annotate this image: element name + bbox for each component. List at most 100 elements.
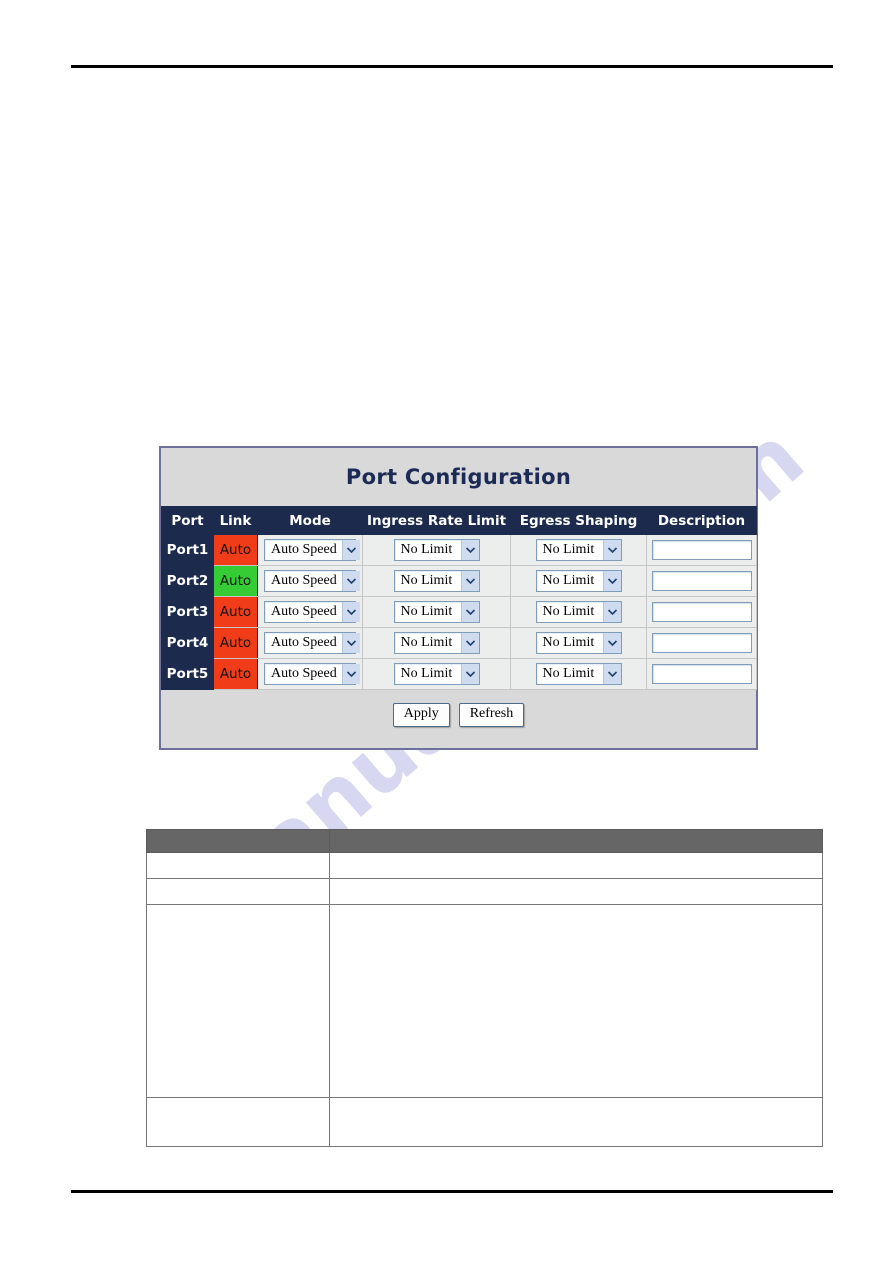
table-row: Port5 Auto Auto Speed No Limit No Limit — [161, 658, 757, 690]
table-row: Port2 Auto Auto Speed No Limit No Limit — [161, 565, 757, 597]
cell-port: Port4 — [161, 627, 214, 659]
panel-title: Port Configuration — [345, 465, 572, 489]
status-badge-link: Auto — [213, 627, 258, 659]
ingress-rate-limit-value: No Limit — [400, 635, 453, 650]
column-header-mode: Mode — [257, 506, 363, 535]
mode-select-value: Auto Speed — [271, 604, 337, 619]
status-badge-link: Auto — [213, 658, 258, 690]
table-row: Port1 Auto Auto Speed No Limit No Limit — [161, 534, 757, 566]
egress-shaping-value: No Limit — [542, 604, 595, 619]
info-header-value — [329, 829, 823, 853]
egress-shaping-select[interactable]: No Limit — [535, 663, 622, 685]
ingress-rate-limit-value: No Limit — [400, 573, 453, 588]
table-row: Port4 Auto Auto Speed No Limit No Limit — [161, 627, 757, 659]
parameter-description-table — [146, 829, 823, 1147]
ingress-rate-limit-select[interactable]: No Limit — [393, 601, 480, 623]
info-table-row — [146, 878, 823, 905]
chevron-down-icon — [602, 602, 621, 622]
ingress-rate-limit-select[interactable]: No Limit — [393, 632, 480, 654]
cell-mode: Auto Speed — [257, 534, 363, 566]
mode-select[interactable]: Auto Speed — [264, 539, 360, 561]
description-input[interactable] — [651, 602, 752, 622]
info-cell-label — [146, 852, 330, 879]
chevron-down-icon — [460, 540, 479, 560]
chevron-down-icon — [460, 664, 479, 684]
egress-shaping-value: No Limit — [542, 542, 595, 557]
mode-select-value: Auto Speed — [271, 635, 337, 650]
cell-description — [646, 596, 757, 628]
egress-shaping-value: No Limit — [542, 635, 595, 650]
egress-shaping-select[interactable]: No Limit — [535, 632, 622, 654]
egress-shaping-select[interactable]: No Limit — [535, 601, 622, 623]
page-footer-rule — [71, 1190, 833, 1193]
status-badge-link: Auto — [213, 596, 258, 628]
info-table-header-row — [146, 829, 823, 853]
chevron-down-icon — [341, 664, 360, 684]
mode-select[interactable]: Auto Speed — [264, 632, 360, 654]
cell-description — [646, 565, 757, 597]
cell-ingress: No Limit — [362, 534, 511, 566]
chevron-down-icon — [460, 602, 479, 622]
cell-egress: No Limit — [510, 658, 647, 690]
chevron-down-icon — [341, 540, 360, 560]
mode-select-value: Auto Speed — [271, 542, 337, 557]
port-configuration-table: Port Link Mode Ingress Rate Limit Egress… — [161, 506, 757, 690]
mode-select[interactable]: Auto Speed — [264, 601, 360, 623]
table-row: Port3 Auto Auto Speed No Limit No Limit — [161, 596, 757, 628]
info-table-row — [146, 1097, 823, 1147]
ingress-rate-limit-value: No Limit — [400, 542, 453, 557]
egress-shaping-value: No Limit — [542, 666, 595, 681]
ingress-rate-limit-value: No Limit — [400, 666, 453, 681]
description-input[interactable] — [651, 633, 752, 653]
mode-select[interactable]: Auto Speed — [264, 663, 360, 685]
chevron-down-icon — [602, 664, 621, 684]
info-header-label — [146, 829, 330, 853]
egress-shaping-select[interactable]: No Limit — [535, 539, 622, 561]
cell-port: Port2 — [161, 565, 214, 597]
ingress-rate-limit-value: No Limit — [400, 604, 453, 619]
cell-egress: No Limit — [510, 534, 647, 566]
info-cell-value — [329, 852, 823, 879]
mode-select[interactable]: Auto Speed — [264, 570, 360, 592]
cell-ingress: No Limit — [362, 627, 511, 659]
cell-description — [646, 627, 757, 659]
panel-action-bar: Apply Refresh — [161, 690, 756, 740]
cell-mode: Auto Speed — [257, 565, 363, 597]
cell-port: Port3 — [161, 596, 214, 628]
cell-mode: Auto Speed — [257, 658, 363, 690]
apply-button[interactable]: Apply — [392, 703, 450, 727]
ingress-rate-limit-select[interactable]: No Limit — [393, 539, 480, 561]
cell-port: Port5 — [161, 658, 214, 690]
egress-shaping-select[interactable]: No Limit — [535, 570, 622, 592]
column-header-link: Link — [213, 506, 258, 535]
ingress-rate-limit-select[interactable]: No Limit — [393, 663, 480, 685]
column-header-egress: Egress Shaping — [510, 506, 647, 535]
port-configuration-panel: Port Configuration Port Link Mode Ingres… — [159, 446, 758, 750]
ingress-rate-limit-select[interactable]: No Limit — [393, 570, 480, 592]
description-input[interactable] — [651, 664, 752, 684]
info-table-row — [146, 904, 823, 1098]
info-cell-label — [146, 1097, 330, 1147]
cell-mode: Auto Speed — [257, 596, 363, 628]
description-input[interactable] — [651, 540, 752, 560]
cell-port: Port1 — [161, 534, 214, 566]
cell-description — [646, 534, 757, 566]
chevron-down-icon — [602, 571, 621, 591]
description-input[interactable] — [651, 571, 752, 591]
info-cell-value — [329, 904, 823, 1098]
cell-ingress: No Limit — [362, 565, 511, 597]
info-cell-label — [146, 904, 330, 1098]
refresh-button[interactable]: Refresh — [458, 703, 525, 727]
cell-egress: No Limit — [510, 627, 647, 659]
info-table-row — [146, 852, 823, 879]
chevron-down-icon — [460, 571, 479, 591]
cell-description — [646, 658, 757, 690]
cell-egress: No Limit — [510, 565, 647, 597]
cell-egress: No Limit — [510, 596, 647, 628]
chevron-down-icon — [602, 633, 621, 653]
status-badge-link: Auto — [213, 565, 258, 597]
cell-ingress: No Limit — [362, 658, 511, 690]
chevron-down-icon — [341, 602, 360, 622]
info-cell-value — [329, 1097, 823, 1147]
cell-mode: Auto Speed — [257, 627, 363, 659]
